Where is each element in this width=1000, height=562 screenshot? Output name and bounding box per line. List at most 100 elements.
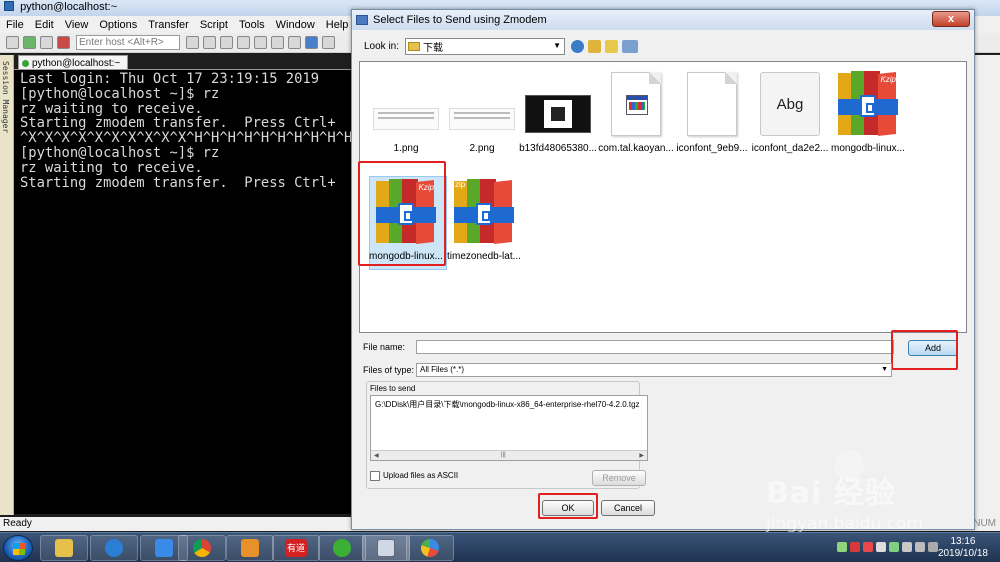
disconnect-icon[interactable] — [57, 36, 70, 49]
tray-antivirus-icon[interactable] — [850, 542, 860, 552]
copy-icon[interactable] — [186, 36, 199, 49]
key-icon[interactable] — [271, 36, 284, 49]
file-name: 2.png — [469, 143, 495, 154]
sftp-icon[interactable] — [288, 36, 301, 49]
remove-button[interactable]: Remove — [592, 470, 646, 486]
file-item[interactable]: b13fd48065380... — [518, 70, 597, 162]
terminal-line: rz waiting to receive. — [20, 100, 203, 117]
taskbar-explorer[interactable] — [40, 535, 88, 561]
file-name: 1.png — [393, 143, 419, 154]
tray-monitor-icon[interactable] — [902, 542, 912, 552]
chevron-down-icon: ▼ — [881, 366, 888, 373]
windows-logo-icon — [13, 543, 25, 555]
look-in-dropdown[interactable]: 下载 ▼ — [405, 37, 566, 55]
file-name: iconfont_9eb9... — [676, 143, 748, 154]
taskbar-wechat[interactable] — [318, 535, 366, 561]
taskbar-securecrt[interactable] — [362, 535, 410, 561]
file-name: b13fd48065380... — [519, 143, 597, 154]
menu-view[interactable]: View — [65, 19, 89, 31]
menu-help[interactable]: Help — [326, 19, 349, 31]
taskbar-clock[interactable]: 13:16 2019/10/18 — [938, 536, 988, 560]
file-name: com.tal.kaoyan... — [598, 143, 674, 154]
taskbar-youdao[interactable]: 有道 — [272, 535, 320, 561]
help-icon[interactable] — [305, 36, 318, 49]
taskbar-vmware[interactable] — [226, 535, 274, 561]
scroll-left-icon[interactable]: ◀ — [374, 452, 379, 459]
terminal-line: Last login: Thu Oct 17 23:19:15 2019 — [20, 71, 320, 87]
taskbar-paint[interactable] — [406, 535, 454, 561]
view-menu-icon[interactable] — [622, 39, 639, 53]
num-lock-indicator: NUM — [973, 518, 996, 529]
application-file-icon — [602, 70, 670, 138]
png-thumbnail — [372, 70, 440, 138]
securecrt-icon — [377, 539, 395, 557]
file-item[interactable]: Kzip mongodb-linux... — [828, 70, 906, 162]
scroll-grip-icon[interactable]: ||| — [501, 452, 506, 458]
file-item[interactable]: Abg iconfont_da2e2... — [750, 70, 828, 162]
send-list-item[interactable]: G:\DDisk\用户目录\下载\mongodb-linux-x86_64-en… — [371, 396, 647, 413]
kzip-archive-icon: Kzip — [834, 70, 902, 138]
connect-icon[interactable] — [6, 36, 19, 49]
scroll-right-icon[interactable]: ▶ — [639, 452, 644, 459]
crt-scrollbar[interactable] — [975, 55, 1000, 517]
png-thumbnail — [448, 70, 516, 138]
file-type-value: All Files (*.*) — [420, 365, 465, 374]
vmware-icon — [241, 539, 259, 557]
menu-transfer[interactable]: Transfer — [148, 19, 189, 31]
menu-options[interactable]: Options — [99, 19, 137, 31]
file-type-dropdown[interactable]: All Files (*.*) ▼ — [416, 363, 892, 377]
new-folder-icon[interactable] — [605, 39, 619, 53]
enter-host-input[interactable]: Enter host <Alt+R> — [76, 35, 180, 50]
terminal-output[interactable]: Last login: Thu Oct 17 23:19:15 2019 [pyt… — [14, 70, 353, 514]
upload-ascii-label: Upload files as ASCII — [383, 471, 459, 480]
paste-icon[interactable] — [203, 36, 216, 49]
quick-connect-icon[interactable] — [23, 36, 36, 49]
taskbar-media-player[interactable] — [90, 535, 138, 561]
file-item[interactable]: iconfont_9eb9... — [672, 70, 750, 162]
terminal-line: ^X^X^X^X^X^X^X^X^X^X^H^H^H^H^H^H^H^H^H^H… — [20, 130, 353, 147]
tray-ime-icon[interactable] — [928, 542, 938, 552]
kzip-badge: Kzip — [880, 75, 896, 84]
look-in-value: 下载 — [423, 42, 444, 54]
file-item[interactable]: com.tal.kaoyan... — [596, 70, 674, 162]
file-item[interactable]: 2.png — [442, 70, 520, 162]
font-preview: Abg — [760, 72, 820, 136]
horizontal-scrollbar[interactable]: ◀ ||| ▶ — [371, 450, 647, 460]
close-button[interactable]: x — [932, 11, 970, 27]
menu-file[interactable]: File — [6, 19, 24, 31]
file-item[interactable]: zip timezonedb-lat... — [444, 178, 522, 270]
menu-tools[interactable]: Tools — [239, 19, 265, 31]
settings-icon[interactable] — [254, 36, 267, 49]
tray-wechat-icon[interactable] — [889, 542, 899, 552]
menu-script[interactable]: Script — [200, 19, 228, 31]
session-tab[interactable]: python@localhost:~ — [18, 55, 128, 70]
tray-volume-icon[interactable] — [915, 542, 925, 552]
blank-file-icon — [678, 70, 746, 138]
up-folder-icon[interactable] — [588, 39, 602, 53]
file-item[interactable]: 1.png — [366, 70, 444, 162]
back-icon[interactable] — [571, 39, 585, 53]
session-manager-sidebar[interactable]: Session Manager — [0, 55, 14, 515]
start-button[interactable] — [3, 535, 33, 561]
file-list[interactable]: 1.png 2.png b13fd48065380... com.tal.kao… — [359, 61, 967, 333]
tray-network-icon[interactable] — [837, 542, 847, 552]
files-to-send-list[interactable]: G:\DDisk\用户目录\下载\mongodb-linux-x86_64-en… — [370, 395, 648, 461]
securecrt-icon — [4, 1, 14, 11]
find-icon[interactable] — [220, 36, 233, 49]
upload-ascii-checkbox[interactable] — [370, 471, 380, 481]
menu-window[interactable]: Window — [276, 19, 315, 31]
tray-app-icon[interactable] — [863, 542, 873, 552]
chrome-icon — [193, 539, 211, 557]
taskbar-chrome[interactable] — [178, 535, 226, 561]
file-name-input[interactable] — [416, 340, 894, 354]
print-icon[interactable] — [237, 36, 250, 49]
tray-flag-icon[interactable] — [876, 542, 886, 552]
connected-icon — [22, 59, 29, 67]
menu-edit[interactable]: Edit — [35, 19, 54, 31]
keymap-icon[interactable] — [322, 36, 335, 49]
connect-tab-icon[interactable] — [40, 36, 53, 49]
cancel-button[interactable]: Cancel — [601, 500, 655, 516]
terminal-line: [python@localhost ~]$ rz — [20, 144, 220, 161]
highlight-box-ok — [538, 493, 598, 519]
chevron-down-icon: ▼ — [553, 40, 562, 50]
